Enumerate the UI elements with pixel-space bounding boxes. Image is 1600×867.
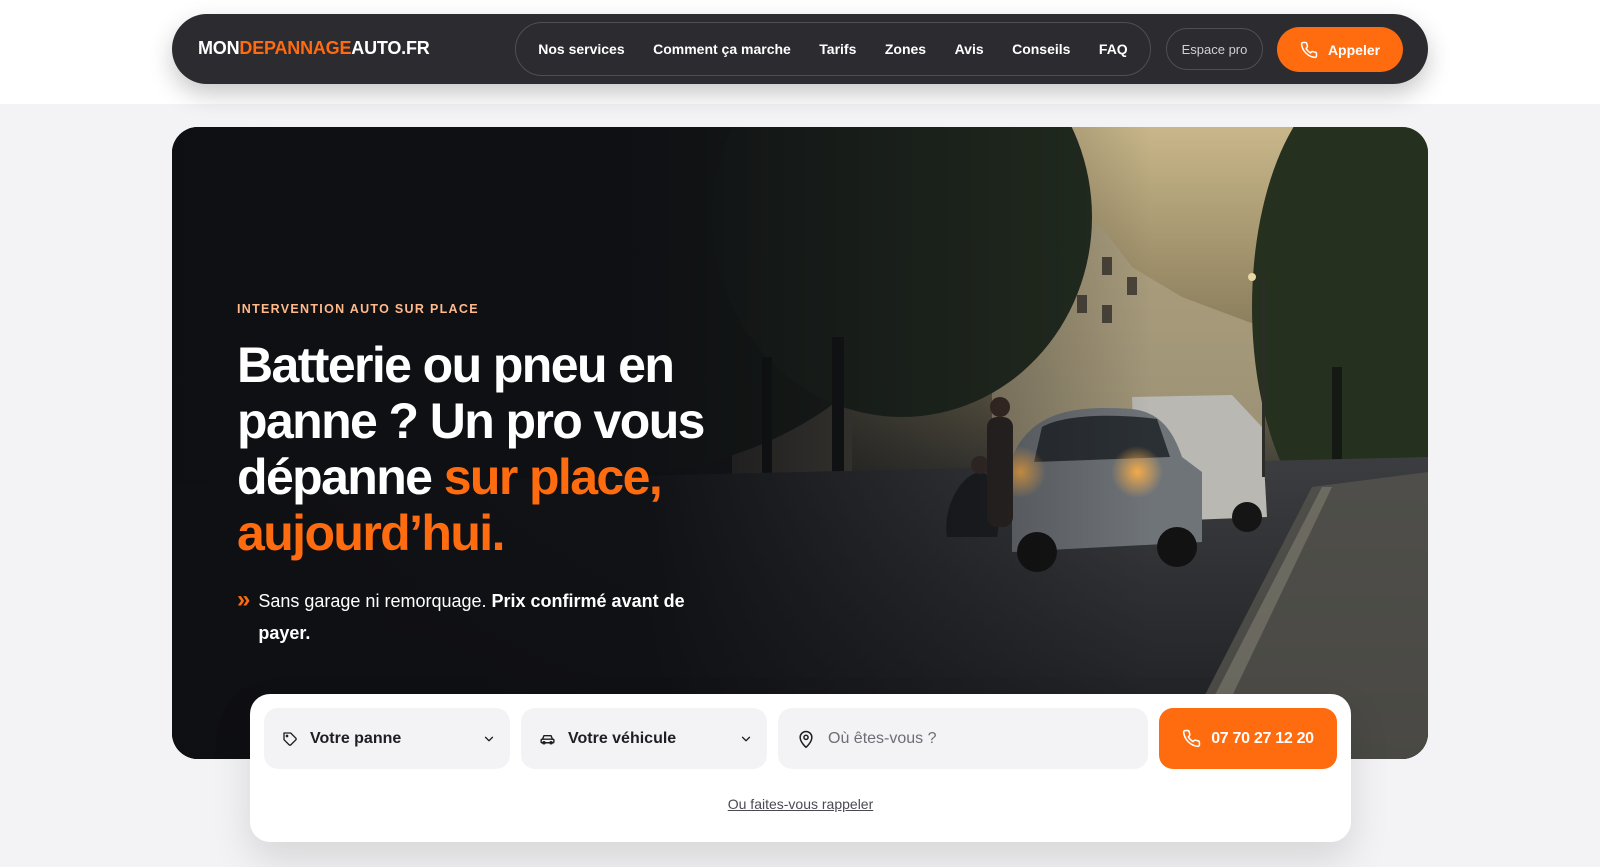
site-logo[interactable]: MONDEPANNAGEAUTO.FR (198, 38, 430, 59)
breakdown-select[interactable]: Votre panne (264, 708, 510, 769)
map-pin-icon (796, 729, 816, 749)
car-icon (539, 730, 556, 747)
nav-link-pricing[interactable]: Tarifs (819, 41, 856, 57)
logo-part-mon: MON (198, 38, 240, 58)
hero-subline: » Sans garage ni remorquage. Prix confir… (237, 585, 697, 649)
pro-space-button[interactable]: Espace pro (1166, 28, 1263, 70)
callback-link[interactable]: Ou faites-vous rappeler (250, 796, 1351, 812)
hero-subline-text: Sans garage ni remorquage. Prix confirmé… (258, 585, 697, 649)
logo-part-depannage: DEPANNAGE (239, 38, 352, 58)
vehicle-select-label: Votre véhicule (568, 729, 677, 747)
chevron-down-icon (739, 732, 753, 746)
nav-link-reviews[interactable]: Avis (955, 41, 984, 57)
navbar: MONDEPANNAGEAUTO.FR Nos services Comment… (172, 14, 1428, 84)
call-button-label: Appeler (1327, 41, 1381, 58)
phone-icon (1300, 41, 1318, 59)
chevron-down-icon (482, 732, 496, 746)
subline-plain: Sans garage ni remorquage. (258, 591, 492, 611)
location-input[interactable] (828, 729, 1134, 748)
hero: INTERVENTION AUTO SUR PLACE Batterie ou … (172, 127, 1428, 759)
nav-link-faq[interactable]: FAQ (1099, 41, 1128, 57)
call-button[interactable]: Appeler (1277, 27, 1403, 72)
breakdown-select-label: Votre panne (310, 729, 402, 747)
double-chevron-icon: » (237, 586, 251, 613)
nav-link-how-it-works[interactable]: Comment ça marche (653, 41, 791, 57)
vehicle-select[interactable]: Votre véhicule (521, 708, 767, 769)
nav-link-tips[interactable]: Conseils (1012, 41, 1070, 57)
nav-link-services[interactable]: Nos services (538, 41, 624, 57)
nav-link-zones[interactable]: Zones (885, 41, 926, 57)
hero-headline: Batterie ou pneu en panne ? Un pro vous … (237, 337, 707, 561)
phone-number-button[interactable]: 07 70 27 12 20 (1159, 708, 1337, 769)
logo-part-auto: AUTO.FR (351, 38, 430, 58)
hero-eyebrow: INTERVENTION AUTO SUR PLACE (237, 302, 479, 316)
phone-number-label: 07 70 27 12 20 (1211, 729, 1314, 747)
location-field[interactable] (778, 708, 1148, 769)
phone-icon (1182, 729, 1201, 748)
main-nav: Nos services Comment ça marche Tarifs Zo… (515, 22, 1151, 76)
tag-icon (282, 731, 298, 747)
search-card: Votre panne Votre véhicule 07 70 27 12 2… (250, 694, 1351, 842)
